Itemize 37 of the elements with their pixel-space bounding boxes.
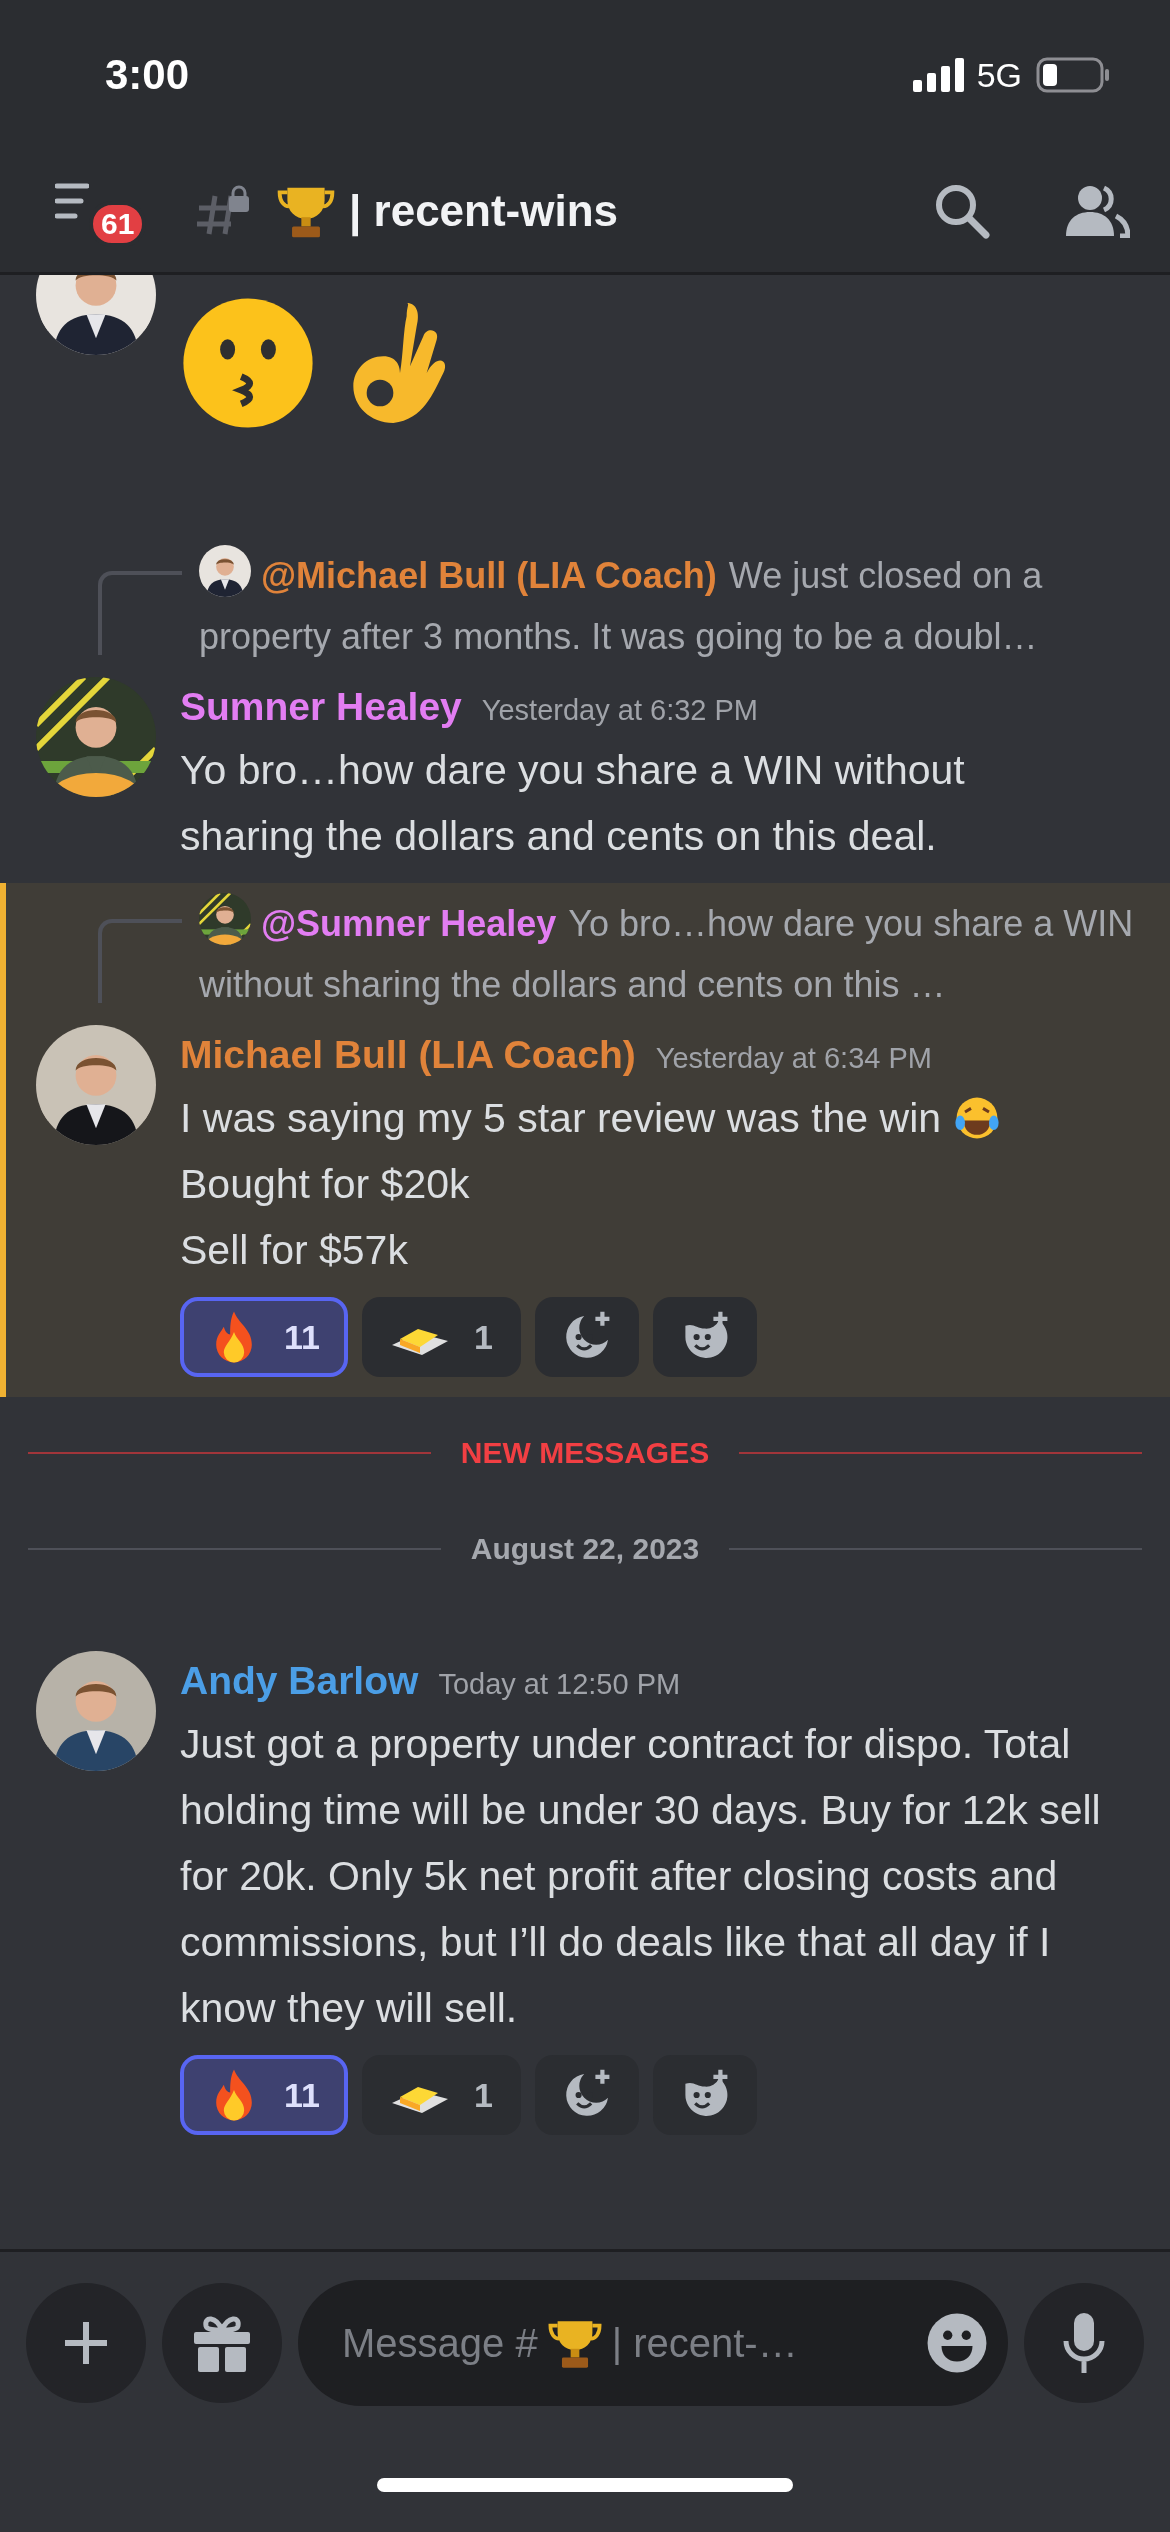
message-text: Just got a property under contract for dispo. Total holding time will be under 30 days. Buy for 12k sell for 20k. Only 5k net profit after closing costs and commissions, but I’ll do deals like that all day if I know they will sell.	[180, 1720, 1102, 2033]
microphone-icon	[1062, 2311, 1106, 2375]
reaction-button[interactable]: 1	[361, 2055, 521, 2135]
message-placeholder: Message #	[342, 2320, 538, 2366]
menu-icon[interactable]	[55, 181, 89, 221]
timestamp: Yesterday at 6:34 PM	[655, 1042, 932, 1075]
status-time: 3:00	[105, 51, 191, 99]
timestamp: Today at 12:50 PM	[438, 1668, 681, 1701]
reaction-button[interactable]: 11	[180, 1297, 348, 1377]
plus-icon	[63, 2320, 109, 2366]
message-text: Yo bro…how dare you share a WIN without sharing the dollars and cents on this deal.	[180, 746, 966, 861]
reaction-button[interactable]: 11	[180, 2055, 348, 2135]
members-icon[interactable]	[1064, 184, 1130, 238]
add-super-reaction-button[interactable]	[652, 1297, 757, 1377]
add-reaction-button[interactable]	[534, 1297, 639, 1377]
kissing-face-icon	[180, 295, 316, 431]
timestamp: Yesterday at 6:32 PM	[481, 694, 759, 727]
author-name[interactable]: Sumner Healey	[180, 677, 462, 737]
reply-preview: @Sumner Healey Yo bro…how dare you share a WIN without sharing the dollars and cents on this …	[199, 893, 1140, 1011]
author-name[interactable]: Andy Barlow	[180, 1651, 419, 1711]
reaction-button[interactable]: 1	[361, 1297, 521, 1377]
channel-name: | recent-wins	[349, 186, 620, 236]
add-super-reaction-button[interactable]	[652, 2055, 757, 2135]
message-field[interactable]: Message # | recent-…	[298, 2280, 1008, 2406]
battery-icon	[1036, 57, 1110, 93]
reply-preview: @Michael Bull (LIA Coach) We just closed on a property after 3 months. It was going to be a doubl…	[199, 545, 1140, 663]
message-text: Bought for $20k	[180, 1160, 470, 1209]
message-text: I was saying my 5 star review was the win	[180, 1094, 942, 1143]
message-placeholder: | recent-…	[611, 2320, 799, 2366]
emoji-icon[interactable]	[926, 2312, 988, 2374]
signal-icon	[912, 58, 965, 92]
author-name[interactable]: Michael Bull (LIA Coach)	[180, 1025, 636, 1085]
message-text: Sell for $57k	[180, 1226, 408, 1275]
network-label: 5G	[976, 55, 1022, 95]
date-label: August 22, 2023	[470, 1532, 700, 1566]
add-reaction-button[interactable]	[534, 2055, 639, 2135]
new-messages-label: NEW MESSAGES	[460, 1436, 710, 1470]
